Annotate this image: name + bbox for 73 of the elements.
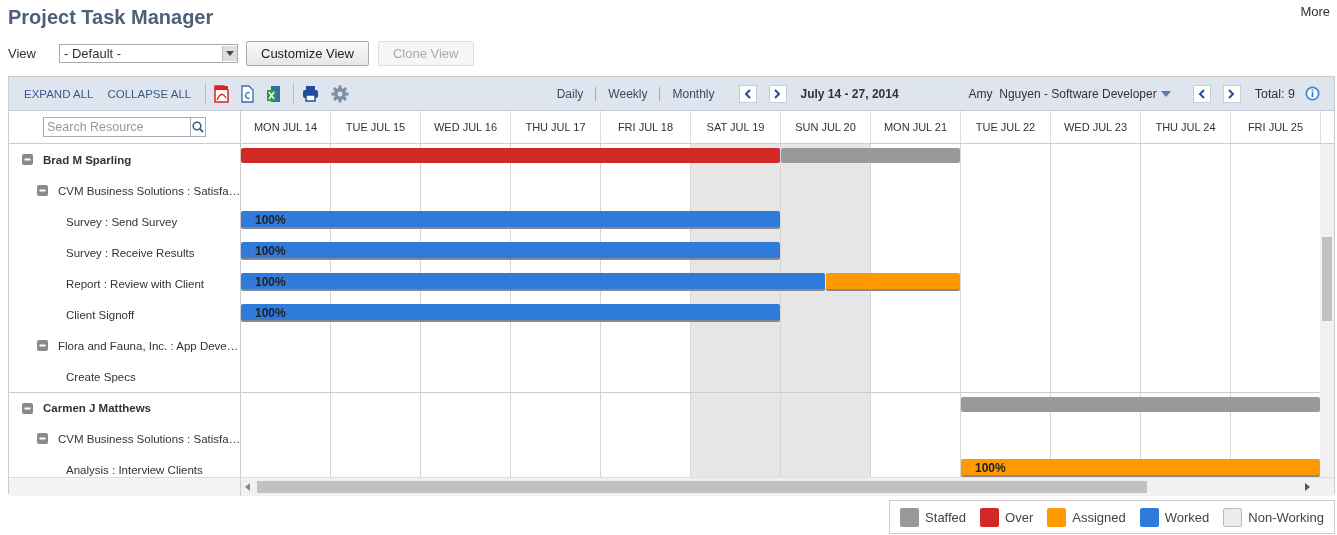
more-link[interactable]: More [1300, 4, 1330, 34]
vertical-scrollbar[interactable] [1320, 144, 1334, 477]
legend-label: Staffed [925, 509, 967, 525]
collapse-icon[interactable] [22, 402, 33, 414]
day-header: TUE JUL 15 [331, 111, 421, 143]
previous-button[interactable] [738, 84, 757, 103]
info-icon[interactable] [1305, 86, 1320, 101]
scale-tab[interactable]: Daily [544, 86, 596, 101]
excel-file-icon[interactable] [266, 84, 282, 103]
worked-bar[interactable]: 100% [241, 273, 825, 291]
task-name: Analysis : Interview Clients [66, 463, 203, 476]
next-button[interactable] [768, 84, 787, 103]
collapse-all-link[interactable]: COLLAPSE ALL [107, 87, 192, 100]
view-dropdown[interactable]: - Default - [59, 43, 238, 63]
day-header: FRI JUL 18 [601, 111, 691, 143]
total-count: Total: 9 [1254, 86, 1295, 101]
print-icon[interactable] [302, 85, 320, 102]
worked-bar[interactable]: 100% [241, 242, 780, 260]
expand-all-link[interactable]: EXPAND ALL [24, 87, 94, 100]
worked-bar[interactable]: 100% [241, 304, 780, 322]
customize-view-button[interactable]: Customize View [246, 40, 369, 66]
search-icon [192, 121, 204, 133]
day-header: THU JUL 24 [1141, 111, 1231, 143]
collapse-icon[interactable] [37, 433, 48, 444]
day-header: WED JUL 23 [1051, 111, 1141, 143]
resource-name: Brad M Sparling [43, 153, 132, 166]
day-header: SUN JUL 20 [781, 111, 871, 143]
day-header: MON JUL 21 [871, 111, 961, 143]
search-button[interactable] [190, 117, 206, 137]
scale-tab[interactable]: Monthly [659, 86, 727, 101]
settings-icon[interactable] [331, 84, 350, 103]
task-name: Report : Review with Client [66, 277, 205, 290]
search-field[interactable]: Search Resource [43, 117, 190, 137]
task-name: Create Specs [66, 370, 136, 383]
page-title: Project Task Manager [8, 6, 214, 30]
pdf-file-icon[interactable] [214, 84, 230, 103]
legend-label: Assigned [1072, 509, 1126, 525]
next-button[interactable] [1222, 84, 1241, 103]
day-header: FRI JUL 25 [1231, 111, 1321, 143]
caret-icon [1160, 90, 1171, 97]
scroll-right-icon[interactable] [1305, 483, 1310, 491]
collapse-icon[interactable] [22, 154, 33, 165]
project-name: CVM Business Solutions : Satisfa… [58, 184, 241, 197]
task-name: Survey : Receive Results [66, 246, 195, 259]
collapse-icon[interactable] [37, 185, 48, 196]
person-dropdown[interactable]: Amy Nguyen - Software Developer [968, 86, 1171, 101]
chevron-right-icon [1228, 88, 1236, 99]
legend-label: Worked [1164, 509, 1210, 525]
chevron-left-icon [1198, 88, 1206, 99]
task-name: Client Signoff [66, 308, 135, 321]
scroll-left-icon[interactable] [245, 483, 250, 491]
project-name: Flora and Fauna, Inc. : App Deve… [58, 339, 239, 352]
chevron-left-icon [744, 88, 751, 99]
worked-bar[interactable]: 100% [241, 211, 780, 229]
day-header: SAT JUL 19 [691, 111, 781, 143]
day-header: WED JUL 16 [421, 111, 511, 143]
chevron-right-icon [774, 88, 781, 99]
resource-name: Carmen J Matthews [43, 402, 151, 414]
previous-button[interactable] [1192, 84, 1211, 103]
legend-label: Over [1005, 509, 1034, 525]
day-header: MON JUL 14 [241, 111, 331, 143]
assigned-bar[interactable]: 100% [961, 459, 1320, 477]
day-header: TUE JUL 22 [961, 111, 1051, 143]
legend-label: Non-Working [1248, 509, 1324, 525]
scale-tab[interactable]: Weekly [595, 86, 660, 101]
task-name: Survey : Send Survey [66, 215, 178, 228]
caret-icon [226, 50, 234, 56]
project-name: CVM Business Solutions : Satisfa… [58, 432, 241, 445]
day-header: THU JUL 17 [511, 111, 601, 143]
csv-file-icon[interactable] [241, 84, 255, 103]
date-range: July 14 - 27, 2014 [800, 86, 899, 101]
collapse-icon[interactable] [37, 340, 48, 351]
view-label: View [8, 45, 37, 61]
